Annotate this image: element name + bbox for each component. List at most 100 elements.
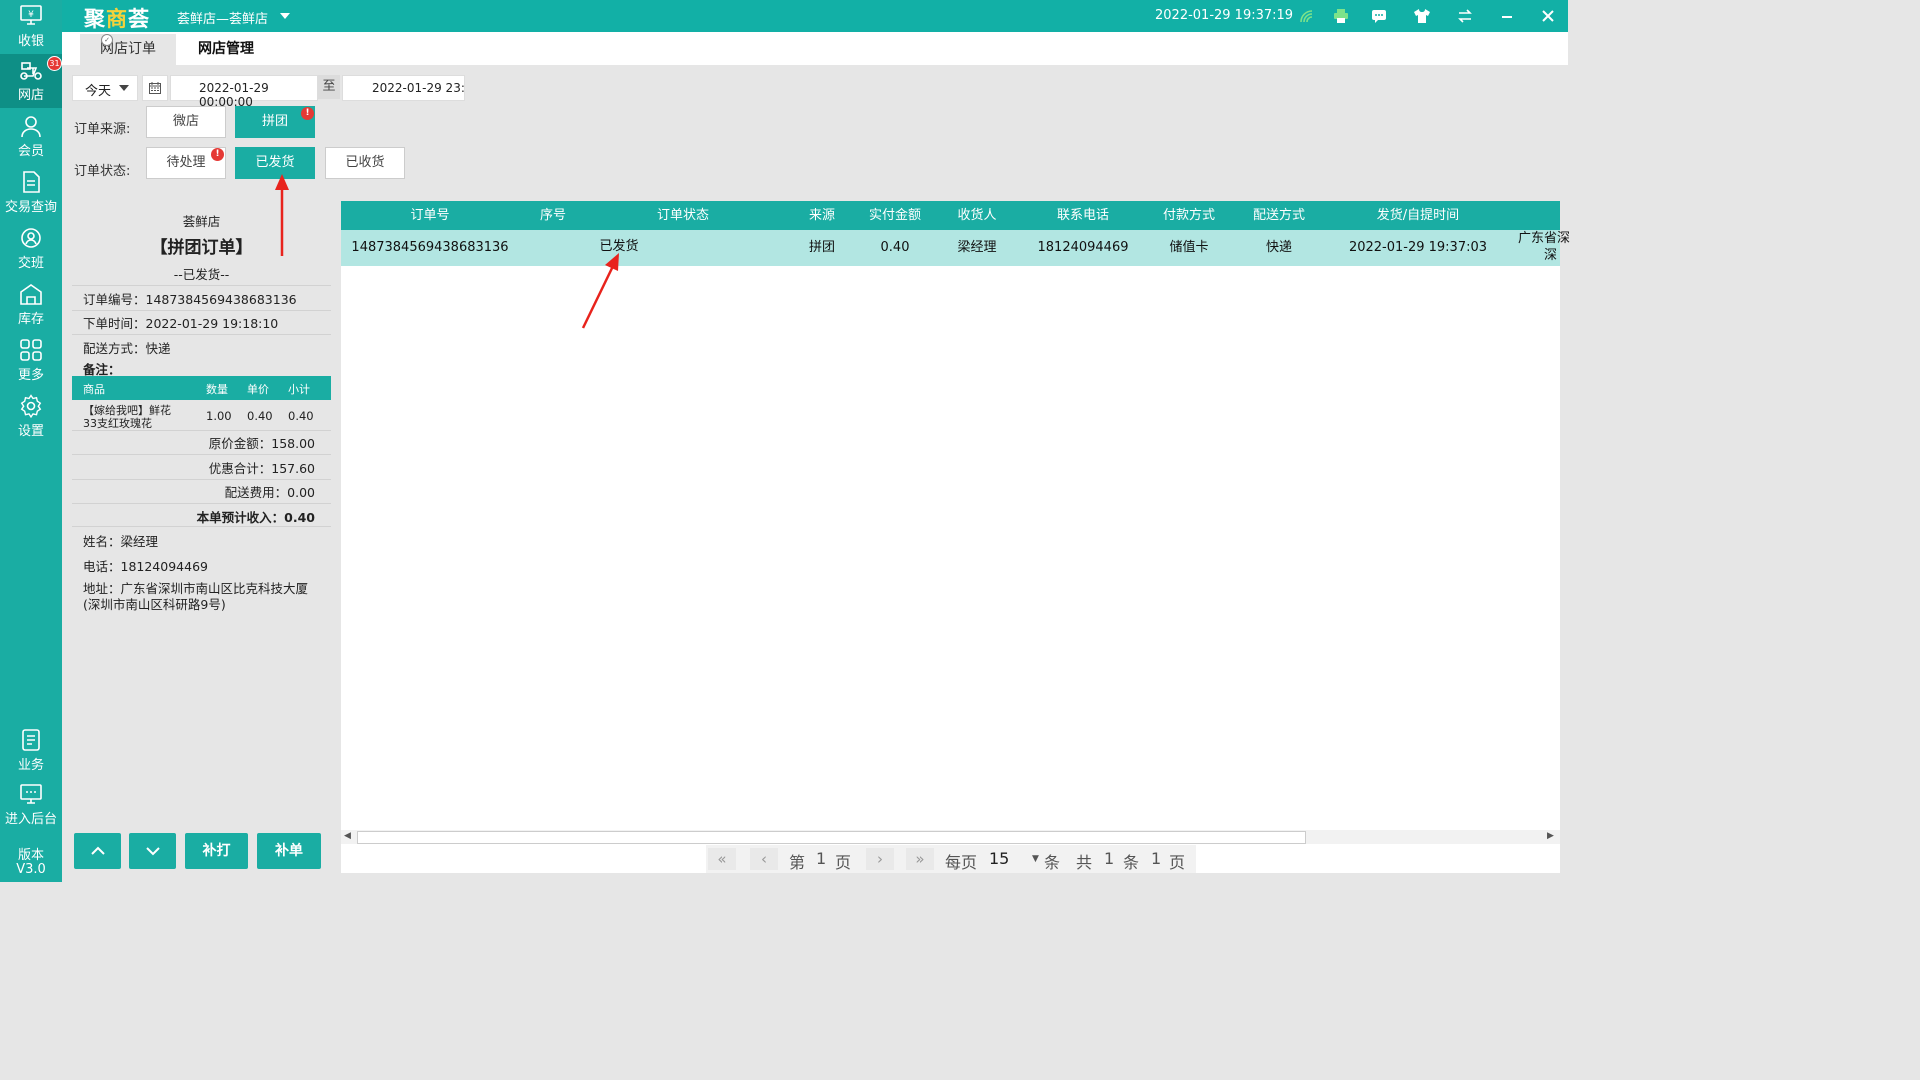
- chevron-down-icon: [145, 847, 160, 856]
- sidebar-item-shift[interactable]: 交班: [0, 222, 62, 276]
- col-amount: 实付金额: [868, 208, 921, 223]
- pages-unit: 页: [1169, 853, 1186, 872]
- cell-delivery: 快递: [1265, 240, 1292, 255]
- sidebar-item-settings[interactable]: 设置: [0, 390, 62, 444]
- scroll-left-icon[interactable]: ◀: [344, 831, 351, 841]
- source-weidian-button[interactable]: 微店: [146, 106, 226, 138]
- receipt-item-row: 【嫁给我吧】鲜花 33支红玫瑰花 1.00 0.40 0.40: [72, 400, 331, 430]
- sidebar-item-label: 交易查询: [4, 200, 57, 215]
- scrollbar-thumb[interactable]: [357, 831, 1306, 844]
- gear-icon: [20, 394, 42, 418]
- date-range-select[interactable]: 今天: [72, 75, 138, 101]
- divider: [72, 503, 331, 504]
- reprint-button[interactable]: 补打: [185, 833, 248, 869]
- alert-badge: !: [301, 107, 314, 120]
- start-date-input[interactable]: 2022-01-29 00:00:00: [170, 75, 318, 109]
- business-icon: [22, 729, 40, 751]
- sidebar-item-member[interactable]: 会员: [0, 110, 62, 164]
- tshirt-icon[interactable]: [1414, 9, 1430, 23]
- col-receiver: 收货人: [957, 208, 997, 223]
- receipt-status: --已发货--: [173, 267, 230, 282]
- receipt-preview: 荟鲜店 【拼团订单】 --已发货-- 订单编号：1487384569438683…: [72, 200, 331, 820]
- scroll-right-icon[interactable]: ▶: [1547, 831, 1554, 841]
- table-row[interactable]: 1487384569438683136 已发货 拼团 0.40 梁经理 1812…: [341, 230, 1570, 266]
- sidebar-item-backend[interactable]: 进入后台: [0, 778, 62, 832]
- svg-text:¥: ¥: [28, 10, 34, 20]
- per-page-label: 每页: [945, 853, 978, 872]
- message-icon[interactable]: [1371, 9, 1387, 23]
- total-prefix: 共: [1076, 853, 1093, 872]
- warehouse-icon: [20, 284, 42, 305]
- sidebar-item-online-store[interactable]: 31 网店: [0, 54, 62, 108]
- start-date-value: 2022-01-29 00:00:00: [199, 81, 269, 109]
- tab-close-icon[interactable]: ✓: [101, 34, 113, 46]
- receipt-delivery: 配送方式：快递: [83, 341, 171, 356]
- resend-order-button[interactable]: 补单: [257, 833, 321, 869]
- horizontal-scrollbar[interactable]: ◀ ▶: [341, 830, 1560, 844]
- scroll-down-button[interactable]: [129, 833, 176, 869]
- table-header: 订单号 序号 订单状态 来源 实付金额 收货人 联系电话 付款方式 配送方式 发…: [341, 201, 1560, 230]
- col-status: 订单状态: [656, 208, 709, 223]
- receipt-item-header: 商品 数量 单价 小计: [72, 376, 331, 400]
- per-page-unit: 条: [1044, 853, 1061, 872]
- col-phone: 联系电话: [1056, 208, 1109, 223]
- store-selector[interactable]: 荟鲜店—荟鲜店: [177, 8, 268, 27]
- sidebar-item-label: 会员: [17, 144, 44, 159]
- sidebar-item-label: 设置: [17, 424, 44, 439]
- close-icon[interactable]: [1540, 9, 1556, 23]
- cell-receiver: 梁经理: [957, 240, 997, 255]
- total-count: 1: [1104, 849, 1115, 868]
- cash-register-icon: ¥: [20, 5, 42, 25]
- sidebar-item-more[interactable]: 更多: [0, 334, 62, 388]
- sidebar-item-label: 收银: [17, 34, 44, 49]
- annotation-arrow: [275, 174, 289, 256]
- sidebar-item-label: 网店: [17, 88, 44, 103]
- notification-badge: 31: [47, 56, 62, 71]
- document-query-icon: [23, 171, 40, 193]
- sidebar-item-transactions[interactable]: 交易查询: [0, 166, 62, 220]
- scroll-up-button[interactable]: [74, 833, 121, 869]
- version-label: 版本: [17, 848, 44, 863]
- col-source: 来源: [808, 208, 835, 223]
- first-page-icon[interactable]: «: [708, 848, 736, 870]
- shift-handover-icon: [21, 228, 41, 248]
- sidebar-item-inventory[interactable]: 库存: [0, 278, 62, 332]
- cell-order-no: 1487384569438683136: [351, 240, 509, 255]
- prev-page-icon[interactable]: ‹: [750, 848, 778, 870]
- date-range-value: 今天: [85, 84, 112, 99]
- receipt-expected-income: 本单预计收入：0.40: [196, 510, 315, 525]
- pagination: « ‹ 第 1 页 › » 每页 15 ▼ 条 共 1 条 1 页: [706, 845, 1196, 873]
- cell-ship-time: 2022-01-29 19:37:03: [1348, 240, 1488, 255]
- chevron-down-icon[interactable]: [280, 13, 290, 19]
- grid-more-icon: [20, 339, 42, 361]
- receipt-shipping-fee: 配送费用：0.00: [224, 485, 315, 500]
- divider: [72, 285, 331, 286]
- clock: 2022-01-29 19:37:19: [1155, 8, 1294, 23]
- divider: [72, 430, 331, 431]
- last-page-icon[interactable]: »: [906, 848, 934, 870]
- sync-icon[interactable]: [1457, 9, 1473, 23]
- current-page[interactable]: 1: [816, 849, 826, 868]
- col-price: 单价: [247, 383, 269, 396]
- receipt-customer-phone: 电话：18124094469: [83, 559, 208, 574]
- tab-online-orders[interactable]: 网店订单: [80, 34, 176, 65]
- calendar-button[interactable]: [142, 75, 168, 101]
- receipt-original-price: 原价金额：158.00: [208, 436, 315, 451]
- tab-online-store-manage[interactable]: 网店管理: [186, 34, 266, 65]
- item-price: 0.40: [247, 409, 273, 423]
- end-date-input[interactable]: 2022-01-29 23:59: [342, 75, 465, 101]
- member-person-icon: [21, 116, 41, 138]
- col-subtotal: 小计: [288, 383, 310, 396]
- sidebar-item-cashier[interactable]: ¥ 收银: [0, 0, 62, 54]
- total-pages: 1: [1151, 849, 1162, 868]
- sidebar-item-business[interactable]: 业务: [0, 724, 62, 778]
- printer-icon[interactable]: [1333, 9, 1349, 23]
- status-received-button[interactable]: 已收货: [325, 147, 405, 179]
- minimize-icon[interactable]: [1499, 9, 1515, 23]
- app-logo: 聚商荟: [84, 7, 150, 31]
- chevron-down-icon[interactable]: ▼: [1032, 854, 1039, 864]
- next-page-icon[interactable]: ›: [866, 848, 894, 870]
- page-prefix: 第: [789, 853, 806, 872]
- order-table: 订单号 序号 订单状态 来源 实付金额 收货人 联系电话 付款方式 配送方式 发…: [341, 201, 1570, 873]
- per-page-select[interactable]: 15: [989, 849, 1009, 868]
